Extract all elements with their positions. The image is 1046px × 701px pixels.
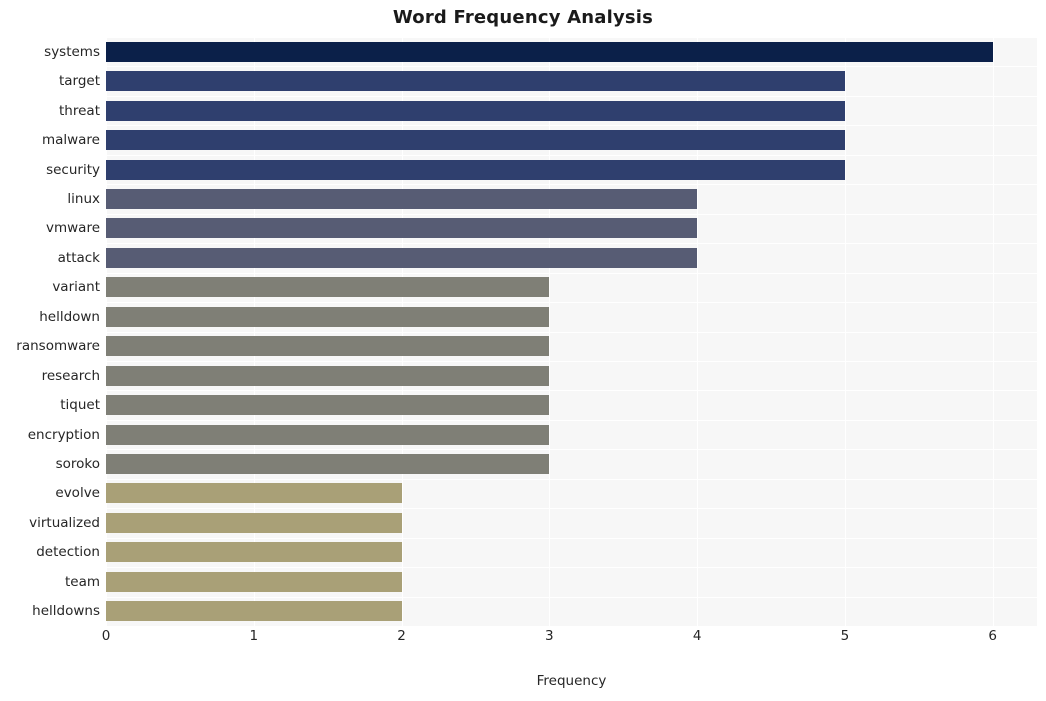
y-gridline <box>106 37 1037 38</box>
y-axis-label: helldown <box>39 308 100 325</box>
bar <box>106 188 698 209</box>
x-axis-tick-label: 1 <box>249 628 259 644</box>
y-axis-label: ransomware <box>16 338 100 355</box>
y-axis-label: malware <box>41 132 100 149</box>
y-axis-label: soroko <box>55 456 100 473</box>
bar <box>106 130 845 151</box>
chart-container: Word Frequency Analysis systems target thr… <box>0 0 1046 701</box>
y-axis-label: threat <box>59 102 100 119</box>
y-gridline <box>106 125 1037 127</box>
plot-area <box>106 37 1037 626</box>
y-gridline <box>106 419 1037 421</box>
y-axis-label: attack <box>57 249 100 266</box>
y-axis-label: tiquet <box>60 397 100 414</box>
x-axis-tick-label: 0 <box>101 628 111 644</box>
bar <box>106 306 550 327</box>
x-axis-tick-label: 5 <box>840 628 850 644</box>
y-gridline <box>106 360 1037 362</box>
bar <box>106 454 550 475</box>
bar <box>106 512 402 533</box>
y-gridline <box>106 449 1037 451</box>
bar <box>106 71 845 92</box>
y-axis-label: systems <box>44 43 100 60</box>
y-gridline <box>106 66 1037 68</box>
y-gridline <box>106 596 1037 598</box>
y-gridline <box>106 272 1037 274</box>
y-axis-label: linux <box>67 190 100 207</box>
bar <box>106 100 845 121</box>
x-axis-tick-label: 2 <box>397 628 406 644</box>
bar <box>106 247 698 268</box>
bar <box>106 424 550 445</box>
y-axis-label: detection <box>36 544 100 561</box>
y-gridline <box>106 331 1037 333</box>
bar <box>106 483 402 504</box>
y-axis-label: variant <box>52 279 100 296</box>
y-gridline <box>106 508 1037 510</box>
y-axis-label: vmware <box>45 220 100 237</box>
y-gridline <box>106 154 1037 156</box>
y-gridline <box>106 95 1037 97</box>
bar <box>106 542 402 563</box>
x-axis-tick-label: 4 <box>692 628 702 644</box>
y-gridline <box>106 478 1037 480</box>
bar <box>106 365 550 386</box>
y-gridline <box>106 302 1037 304</box>
bar <box>106 218 698 239</box>
y-axis-labels: systems target threat malware security linux v… <box>0 37 100 626</box>
y-gridline <box>106 390 1037 392</box>
y-gridline <box>106 184 1037 186</box>
y-axis-label: target <box>58 73 100 90</box>
y-gridline <box>106 537 1037 539</box>
x-axis-title: Frequency <box>536 673 607 689</box>
y-gridline <box>106 213 1037 215</box>
bar <box>106 601 402 622</box>
bar <box>106 395 550 416</box>
bar <box>106 41 993 62</box>
bar <box>106 571 402 592</box>
y-axis-label: encryption <box>27 426 100 443</box>
y-axis-label: helldowns <box>32 603 100 620</box>
chart-title: Word Frequency Analysis <box>392 7 654 28</box>
y-gridline <box>106 243 1037 245</box>
bar <box>106 277 550 298</box>
x-axis-tick-label: 3 <box>545 628 554 644</box>
y-gridline <box>106 567 1037 569</box>
bar <box>106 336 550 357</box>
y-axis-label: team <box>64 573 100 590</box>
y-axis-label: research <box>41 367 100 384</box>
y-axis-label: virtualized <box>29 514 100 531</box>
x-axis-tick-label: 6 <box>988 628 997 644</box>
bar <box>106 159 845 180</box>
y-axis-label: security <box>46 161 100 178</box>
x-axis-tick-labels: 0 1 2 3 4 5 6 <box>102 628 1037 652</box>
y-axis-label: evolve <box>55 485 100 502</box>
